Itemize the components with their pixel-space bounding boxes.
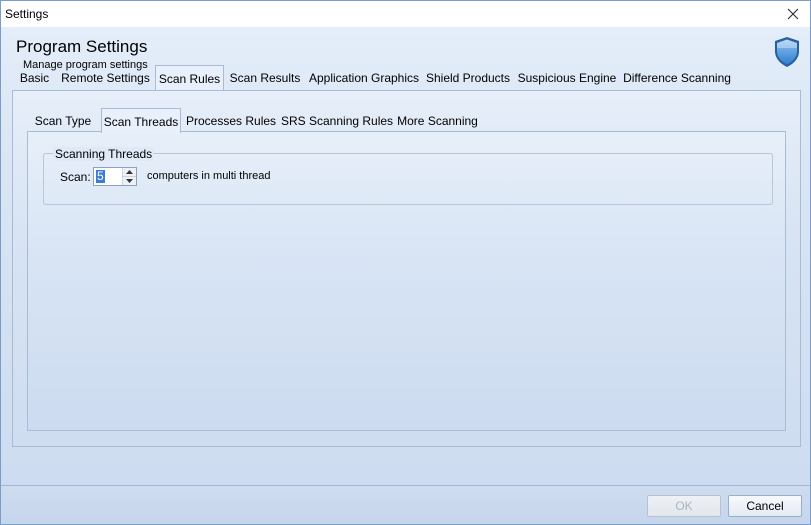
- tab-more-scanning[interactable]: More Scanning: [395, 110, 480, 133]
- threads-unit-label: computers in multi thread: [147, 170, 271, 182]
- tab-shield-products[interactable]: Shield Products: [425, 67, 511, 90]
- threads-stepper[interactable]: 5: [93, 167, 137, 186]
- settings-window: Settings Program Settings Manage program…: [0, 0, 811, 525]
- window-title: Settings: [5, 7, 49, 21]
- close-button[interactable]: [776, 1, 810, 27]
- stepper-down-button[interactable]: [123, 177, 136, 185]
- tab-remote-settings[interactable]: Remote Settings: [58, 67, 153, 90]
- tab-srs-scanning-rules[interactable]: SRS Scanning Rules: [281, 110, 393, 133]
- spin-up-arrow-icon: [126, 170, 133, 174]
- threads-value[interactable]: 5: [96, 170, 105, 183]
- tab-scan-threads[interactable]: Scan Threads: [101, 108, 181, 133]
- close-icon: [787, 8, 799, 20]
- stepper-up-button[interactable]: [123, 168, 136, 177]
- shield-icon: [775, 37, 799, 67]
- scanning-threads-legend: Scanning Threads: [53, 147, 155, 161]
- ok-button[interactable]: OK: [647, 495, 721, 517]
- tab-suspicious-engine[interactable]: Suspicious Engine: [517, 67, 617, 90]
- tab-basic[interactable]: Basic: [14, 67, 55, 90]
- stepper-buttons: [122, 168, 136, 185]
- scan-label: Scan:: [60, 170, 91, 184]
- cancel-button[interactable]: Cancel: [728, 495, 802, 517]
- tab-processes-rules[interactable]: Processes Rules: [186, 110, 276, 133]
- tab-difference-scanning[interactable]: Difference Scanning: [622, 67, 732, 90]
- tab-scan-results[interactable]: Scan Results: [227, 67, 303, 90]
- dialog-footer: OK Cancel: [1, 485, 810, 524]
- page-title: Program Settings: [16, 37, 148, 56]
- tab-scan-rules[interactable]: Scan Rules: [155, 65, 224, 90]
- spin-down-arrow-icon: [126, 179, 133, 183]
- tab-scan-type[interactable]: Scan Type: [27, 110, 99, 133]
- title-bar: Settings: [1, 1, 810, 27]
- tab-application-graphics[interactable]: Application Graphics: [308, 67, 420, 90]
